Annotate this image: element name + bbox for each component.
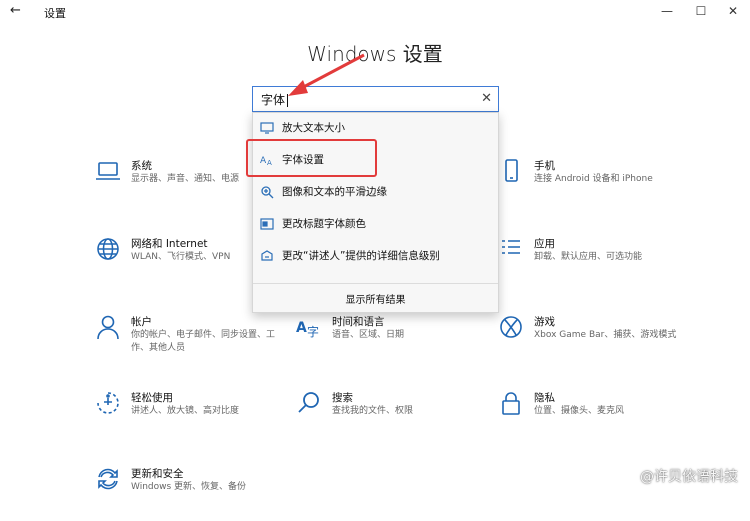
suggestion-item[interactable]: 更改标题字体颜色 bbox=[253, 209, 498, 239]
ease-of-access-icon bbox=[97, 392, 119, 414]
tile-desc: 语音、区域、日期 bbox=[332, 330, 405, 340]
color-window-icon bbox=[260, 218, 274, 230]
tile-desc: 连接 Android 设备和 iPhone bbox=[534, 174, 653, 184]
show-all-results-link[interactable]: 显示所有结果 bbox=[253, 291, 498, 306]
lock-icon bbox=[502, 392, 520, 415]
page-title: Windows 设置 bbox=[307, 42, 443, 66]
tile-title: 时间和语言 bbox=[332, 316, 385, 328]
suggestion-item[interactable]: 图像和文本的平滑边缘 bbox=[253, 177, 498, 207]
svg-text:A: A bbox=[296, 320, 307, 336]
magnifier-icon bbox=[261, 186, 274, 199]
search-input-value: 字体 bbox=[261, 93, 286, 107]
narrator-icon bbox=[261, 250, 273, 261]
tile-title: 帐户 bbox=[131, 316, 152, 328]
tile-desc: 讲述人、放大镜、高对比度 bbox=[131, 406, 240, 416]
suggestion-label: 更改标题字体颜色 bbox=[282, 218, 366, 230]
tile-title: 游戏 bbox=[534, 316, 555, 328]
tile-privacy[interactable]: 隐私 位置、摄像头、麦克风 bbox=[498, 390, 698, 445]
tile-title: 搜索 bbox=[332, 392, 353, 404]
apps-list-icon bbox=[502, 240, 520, 254]
tile-title: 系统 bbox=[131, 160, 152, 172]
tile-title: 网络和 Internet bbox=[131, 238, 208, 250]
tile-desc: 位置、摄像头、麦克风 bbox=[534, 406, 625, 416]
monitor-icon bbox=[260, 122, 274, 134]
tile-desc: Xbox Game Bar、捕获、游戏模式 bbox=[534, 330, 677, 340]
sync-icon bbox=[98, 468, 118, 490]
laptop-icon bbox=[96, 162, 120, 180]
globe-icon bbox=[97, 238, 119, 260]
tile-ease-of-access[interactable]: 轻松使用 讲述人、放大镜、高对比度 bbox=[95, 390, 295, 445]
tile-phone[interactable]: 手机 连接 Android 设备和 iPhone bbox=[498, 158, 698, 213]
title-bar: ← 设置 — ☐ ✕ bbox=[0, 0, 750, 24]
person-icon bbox=[97, 315, 119, 340]
text-caret bbox=[287, 94, 289, 107]
suggestion-label: 放大文本大小 bbox=[282, 122, 345, 134]
svg-text:字: 字 bbox=[307, 324, 319, 339]
dropdown-divider bbox=[253, 283, 498, 284]
app-title: 设置 bbox=[44, 7, 66, 20]
tile-desc: 你的帐户、电子邮件、同步设置、工作、其他人员 bbox=[131, 330, 276, 353]
tile-title: 隐私 bbox=[534, 392, 555, 404]
suggestion-label: 更改“讲述人”提供的详细信息级别 bbox=[282, 250, 440, 262]
search-box[interactable]: 字体 ✕ bbox=[252, 86, 499, 112]
suggestion-label: 图像和文本的平滑边缘 bbox=[282, 186, 387, 198]
close-button[interactable]: ✕ bbox=[726, 4, 740, 18]
tile-title: 更新和安全 bbox=[131, 468, 184, 480]
maximize-button[interactable]: ☐ bbox=[694, 4, 708, 18]
tile-gaming[interactable]: 游戏 Xbox Game Bar、捕获、游戏模式 bbox=[498, 314, 698, 369]
clear-search-button[interactable]: ✕ bbox=[481, 91, 492, 106]
tile-desc: 卸载、默认应用、可选功能 bbox=[534, 252, 643, 262]
suggestion-item[interactable]: 更改“讲述人”提供的详细信息级别 bbox=[253, 241, 498, 271]
phone-icon bbox=[505, 159, 518, 182]
tile-desc: Windows 更新、恢复、备份 bbox=[131, 482, 247, 492]
tile-time-language[interactable]: A 字 时间和语言 语音、区域、日期 bbox=[296, 314, 496, 369]
tile-title: 轻松使用 bbox=[131, 392, 173, 404]
xbox-icon bbox=[500, 316, 522, 338]
watermark: @许贝依语科技 bbox=[640, 469, 738, 485]
search-icon bbox=[298, 392, 319, 413]
tile-apps[interactable]: 应用 卸载、默认应用、可选功能 bbox=[498, 236, 698, 291]
tile-search[interactable]: 搜索 查找我的文件、权限 bbox=[296, 390, 496, 445]
language-icon: A 字 bbox=[296, 320, 319, 339]
minimize-button[interactable]: — bbox=[660, 4, 674, 18]
tile-accounts[interactable]: 帐户 你的帐户、电子邮件、同步设置、工作、其他人员 bbox=[95, 314, 295, 369]
highlight-box bbox=[246, 139, 377, 177]
tile-title: 应用 bbox=[534, 238, 555, 250]
search-input-wrap[interactable]: 字体 bbox=[261, 91, 289, 108]
back-button[interactable]: ← bbox=[10, 3, 21, 19]
tile-update-security[interactable]: 更新和安全 Windows 更新、恢复、备份 bbox=[95, 466, 295, 521]
tile-desc: 查找我的文件、权限 bbox=[332, 406, 414, 416]
tile-title: 手机 bbox=[534, 160, 555, 172]
